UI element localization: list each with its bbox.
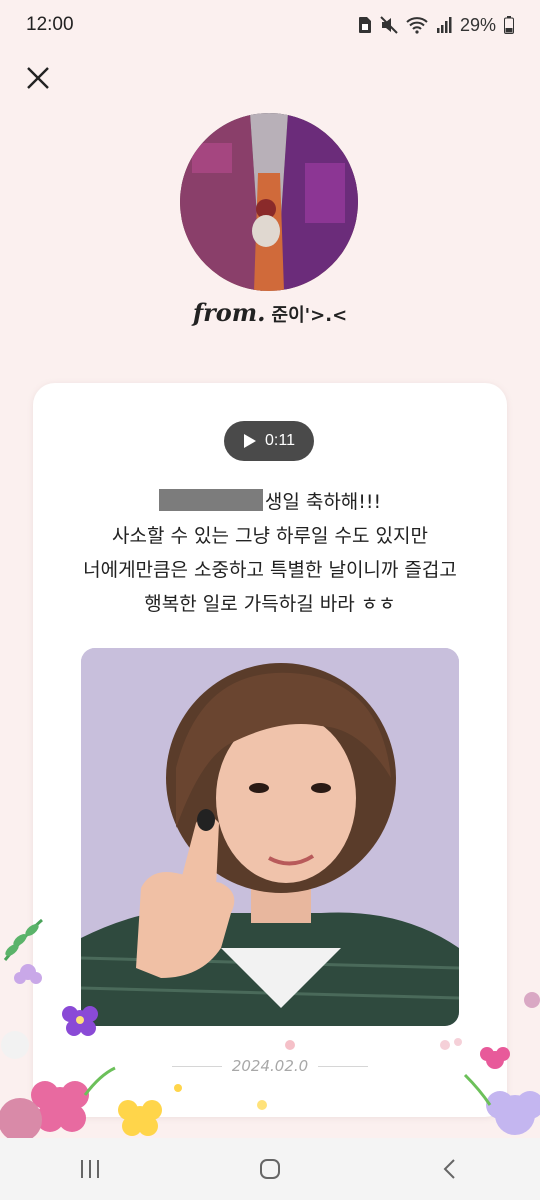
home-icon — [260, 1159, 280, 1179]
message-line-4: 행복한 일로 가득하길 바라 ㅎㅎ — [144, 593, 396, 615]
status-time: 12:00 — [26, 14, 74, 35]
sim-icon — [358, 17, 371, 33]
mute-icon — [380, 16, 398, 34]
back-icon — [443, 1159, 455, 1179]
close-icon — [27, 67, 49, 89]
battery-icon — [504, 16, 514, 34]
sender-name: 준이'>.< — [271, 305, 348, 326]
date-divider-right — [318, 1065, 369, 1067]
message-card: 0:11 생일 축하해!!! 사소할 수 있는 그냥 하루일 수도 있지만 너에… — [33, 383, 507, 1117]
status-icons: 29% — [358, 15, 514, 36]
audio-play-button[interactable]: 0:11 — [224, 421, 314, 461]
message-line-3: 너에게만큼은 소중하고 특별한 날이니까 즐겁고 — [83, 559, 457, 581]
recents-icon — [81, 1160, 99, 1178]
from-prefix: from. — [192, 298, 266, 327]
date-divider-left — [171, 1065, 222, 1067]
back-button[interactable] — [420, 1149, 480, 1189]
wifi-icon — [406, 17, 428, 34]
sender-line: from. 준이'>.< — [0, 298, 540, 327]
recents-button[interactable] — [60, 1149, 120, 1189]
message-line-1: 생일 축하해!!! — [33, 485, 507, 519]
message-line-2: 사소할 수 있는 그냥 하루일 수도 있지만 — [112, 525, 428, 547]
message-text: 생일 축하해!!! 사소할 수 있는 그냥 하루일 수도 있지만 너에게만큼은 … — [33, 485, 507, 621]
home-button[interactable] — [240, 1149, 300, 1189]
redacted-name — [158, 489, 263, 511]
message-date: 2024.02.0 — [231, 1057, 309, 1075]
system-nav-bar — [0, 1138, 540, 1200]
status-bar: 12:00 29% — [0, 0, 540, 50]
sender-avatar — [180, 113, 358, 291]
audio-duration: 0:11 — [265, 432, 295, 449]
date-row: 2024.02.0 — [33, 1057, 507, 1075]
message-line-1-text: 생일 축하해!!! — [264, 491, 382, 513]
battery-percent: 29% — [459, 14, 496, 35]
close-button[interactable] — [22, 62, 54, 94]
attached-photo[interactable] — [81, 648, 459, 1026]
play-icon — [244, 434, 257, 448]
signal-icon — [436, 17, 452, 33]
